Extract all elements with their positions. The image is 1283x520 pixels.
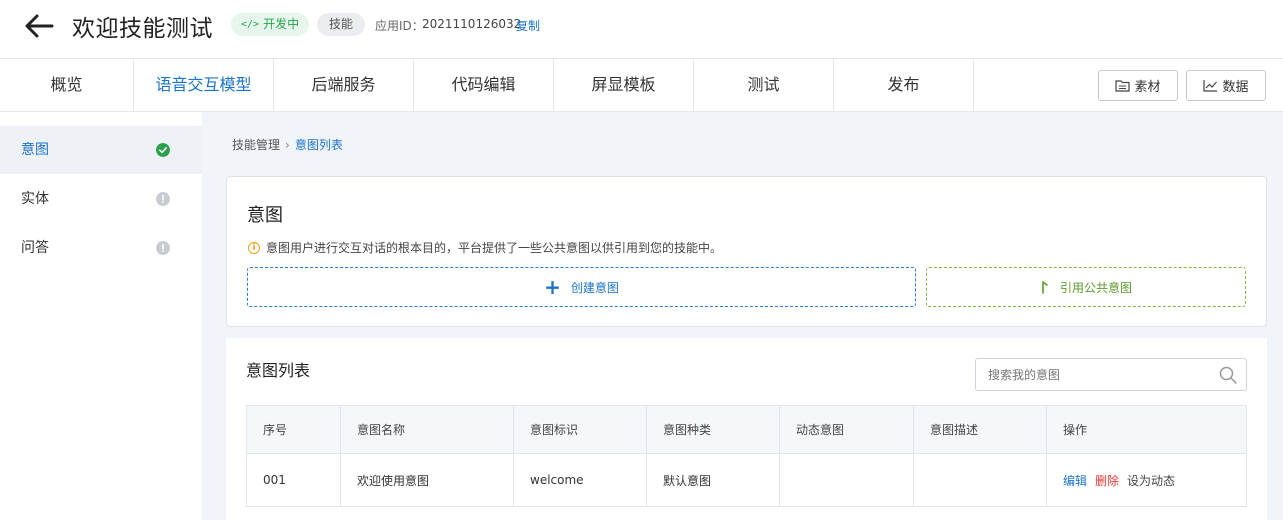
search-input[interactable]	[975, 358, 1247, 391]
app-id-value: 2021110126032	[422, 17, 522, 31]
chevron-right-icon: ›	[285, 138, 290, 152]
table-row: 001 欢迎使用意图 welcome 默认意图 编辑 删除 设为动态	[246, 453, 1247, 507]
intent-list-title: 意图列表	[246, 361, 311, 380]
intent-table: 序号 意图名称 意图标识 意图种类 动态意图 意图描述 操作 001 欢迎使用意…	[246, 405, 1247, 507]
tab-overview[interactable]: 概览	[0, 59, 134, 111]
delete-link[interactable]: 删除	[1095, 474, 1119, 488]
column-header: 意图种类	[646, 405, 780, 454]
intent-card: 意图 i 意图用户进行交互对话的根本目的，平台提供了一些公共意图以供引用到您的技…	[226, 176, 1267, 327]
code-icon: </>	[241, 19, 260, 30]
cell-name: 欢迎使用意图	[340, 453, 514, 507]
column-header: 意图描述	[913, 405, 1047, 454]
table-header-row: 序号 意图名称 意图标识 意图种类 动态意图 意图描述 操作	[246, 405, 1247, 454]
info-icon: i	[248, 241, 260, 254]
column-header: 意图名称	[340, 405, 514, 454]
cell-dynamic	[779, 453, 914, 507]
page-title: 欢迎技能测试	[72, 16, 213, 42]
intent-card-title: 意图	[247, 205, 283, 226]
edit-link[interactable]: 编辑	[1063, 474, 1087, 488]
header-bar: 欢迎技能测试 </> 开发中 技能 应用ID： 2021110126032 复制	[0, 0, 1283, 58]
copy-link[interactable]: 复制	[516, 17, 540, 34]
sidebar-item-qa[interactable]: 问答	[0, 224, 202, 272]
app-id-label: 应用ID：	[375, 19, 424, 33]
tab-backend[interactable]: 后端服务	[274, 59, 414, 111]
tab-test[interactable]: 测试	[694, 59, 834, 111]
status-badge: </> 开发中	[231, 13, 310, 36]
tab-voice-model[interactable]: 语音交互模型	[134, 59, 274, 111]
sidebar-item-label: 实体	[21, 191, 49, 207]
assets-button-label: 素材	[1134, 80, 1161, 95]
breadcrumb-parent[interactable]: 技能管理	[232, 138, 280, 152]
line-chart-icon	[1203, 80, 1218, 92]
column-header: 序号	[246, 405, 341, 454]
assets-button[interactable]: 素材	[1098, 70, 1178, 101]
breadcrumb: 技能管理 › 意图列表	[232, 136, 343, 153]
intent-info-text: 意图用户进行交互对话的根本目的，平台提供了一些公共意图以供引用到您的技能中。	[266, 241, 723, 255]
column-header: 意图标识	[513, 405, 647, 454]
search-icon[interactable]	[1218, 365, 1238, 385]
set-dynamic-link[interactable]: 设为动态	[1127, 474, 1175, 488]
public-intent-button[interactable]: 引用公共意图	[926, 267, 1246, 307]
intent-info: i 意图用户进行交互对话的根本目的，平台提供了一些公共意图以供引用到您的技能中。	[248, 239, 722, 256]
sidebar-item-intent[interactable]: 意图	[0, 126, 202, 174]
sidebar-item-label: 意图	[21, 142, 49, 158]
public-intent-label: 引用公共意图	[1059, 280, 1132, 295]
cell-no: 001	[246, 453, 341, 507]
column-header: 操作	[1046, 405, 1247, 454]
back-arrow-icon[interactable]	[22, 10, 56, 42]
cell-id: welcome	[513, 453, 647, 507]
tab-publish[interactable]: 发布	[834, 59, 974, 111]
column-header: 动态意图	[779, 405, 914, 454]
cell-desc	[913, 453, 1047, 507]
data-button[interactable]: 数据	[1186, 70, 1266, 101]
cell-kind: 默认意图	[646, 453, 780, 507]
cell-actions: 编辑 删除 设为动态	[1046, 453, 1247, 507]
create-intent-button[interactable]: + 创建意图	[247, 267, 916, 307]
intent-list-card: 意图列表 序号 意图名称 意图标识 意图种类 动态意图 意图描述 操作 001 …	[226, 338, 1267, 520]
data-button-label: 数据	[1222, 80, 1249, 95]
exclamation-circle-icon	[156, 192, 170, 206]
sidebar-item-entity[interactable]: 实体	[0, 175, 202, 223]
tab-code-edit[interactable]: 代码编辑	[414, 59, 554, 111]
type-badge: 技能	[317, 13, 366, 36]
sidebar: 意图 实体 问答	[0, 112, 202, 520]
tab-screen-template[interactable]: 屏显模板	[554, 59, 694, 111]
plus-icon: +	[544, 275, 561, 299]
check-circle-icon	[156, 143, 170, 157]
status-badge-label: 开发中	[263, 17, 300, 31]
create-intent-label: 创建意图	[570, 280, 619, 295]
sidebar-item-label: 问答	[21, 240, 49, 256]
main-tabbar: 概览 语音交互模型 后端服务 代码编辑 屏显模板 测试 发布 素材 数据	[0, 58, 1283, 112]
exclamation-circle-icon	[156, 241, 170, 255]
folder-icon	[1115, 80, 1131, 92]
breadcrumb-current: 意图列表	[294, 138, 343, 152]
import-icon	[1042, 281, 1048, 294]
